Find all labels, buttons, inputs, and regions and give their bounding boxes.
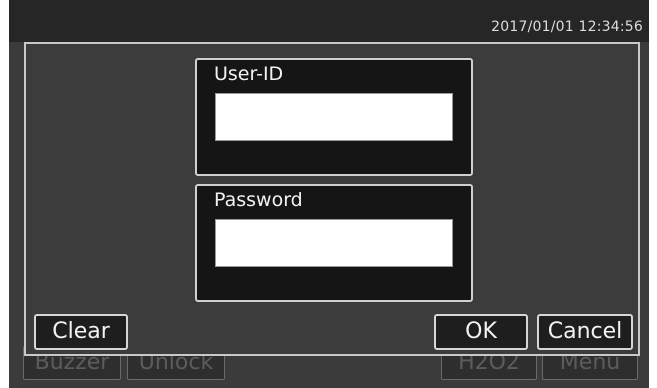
status-bar: 2017/01/01 12:34:56	[9, 0, 649, 42]
clear-button[interactable]: Clear	[34, 314, 128, 350]
password-label: Password	[214, 189, 303, 211]
user-id-label: User-ID	[214, 63, 284, 85]
password-group: Password	[195, 184, 473, 302]
datetime-display: 2017/01/01 12:34:56	[491, 19, 643, 35]
user-id-group: User-ID	[195, 58, 473, 176]
device-screen: 2017/01/01 12:34:56 Buzzer Unlock H2O2 M…	[9, 0, 649, 388]
cancel-button[interactable]: Cancel	[537, 314, 633, 350]
password-input[interactable]	[215, 219, 453, 267]
user-id-input[interactable]	[215, 93, 453, 141]
ok-button[interactable]: OK	[434, 314, 528, 350]
login-dialog: User-ID Password Clear OK Cancel	[24, 42, 640, 356]
